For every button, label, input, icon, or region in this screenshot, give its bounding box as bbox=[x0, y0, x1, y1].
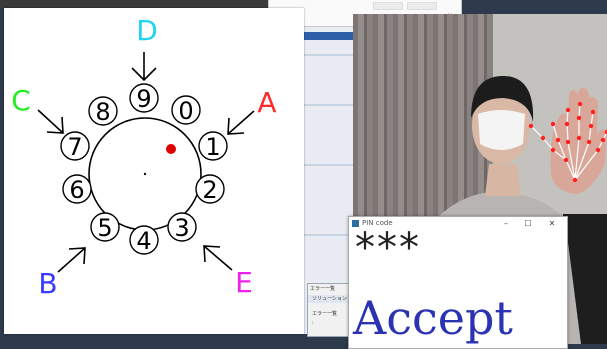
digit-1[interactable]: 1 bbox=[198, 131, 228, 161]
gesture-arrow-e bbox=[203, 245, 233, 271]
ide-divider bbox=[304, 54, 354, 56]
ide-blue-bar bbox=[304, 32, 354, 40]
rotary-dial-window: 0 1 2 3 4 5 6 7 8 9 D A C B E bbox=[4, 8, 304, 334]
digit-4-label: 4 bbox=[136, 227, 151, 255]
maximize-button[interactable]: ☐ bbox=[521, 218, 535, 229]
error-list-title: エラー一覧 bbox=[310, 286, 336, 292]
gesture-arrow-c bbox=[37, 109, 64, 134]
ide-divider bbox=[304, 164, 354, 166]
gesture-label-c: C bbox=[11, 84, 31, 117]
pin-status-text: Accept bbox=[353, 291, 513, 345]
masked-pin-display: *** bbox=[355, 225, 421, 271]
digit-2-label: 2 bbox=[202, 176, 217, 204]
dial-pointer-marker bbox=[166, 144, 176, 154]
window-edge bbox=[0, 0, 300, 8]
digit-0[interactable]: 0 bbox=[171, 95, 201, 125]
gesture-label-d: D bbox=[136, 14, 158, 47]
rotary-dial-canvas: 0 1 2 3 4 5 6 7 8 9 D A C B E bbox=[11, 14, 276, 300]
digit-7-label: 7 bbox=[67, 133, 82, 161]
gesture-arrow-b bbox=[57, 247, 86, 273]
error-list-row[interactable]: エラー一覧 bbox=[312, 310, 337, 317]
digit-5[interactable]: 5 bbox=[90, 212, 120, 242]
digit-3[interactable]: 3 bbox=[167, 212, 197, 242]
ide-divider bbox=[304, 104, 354, 106]
dial-center-dot bbox=[143, 172, 147, 176]
minimize-button[interactable]: – bbox=[499, 218, 513, 229]
digit-5-label: 5 bbox=[97, 214, 112, 242]
digit-3-label: 3 bbox=[174, 214, 189, 242]
gesture-label-b: B bbox=[38, 267, 57, 300]
digit-9-label: 9 bbox=[136, 85, 151, 113]
digit-0-label: 0 bbox=[178, 97, 193, 125]
gesture-arrow-d bbox=[131, 52, 157, 82]
popup-button[interactable] bbox=[373, 2, 403, 10]
pin-code-window[interactable]: PIN code – ☐ ✕ *** Accept bbox=[348, 216, 568, 349]
gesture-label-a: A bbox=[257, 86, 276, 119]
error-list-toolbar-label: ソリューション bbox=[312, 296, 347, 302]
popup-button[interactable] bbox=[407, 2, 437, 10]
gesture-label-e: E bbox=[235, 266, 253, 299]
digit-9[interactable]: 9 bbox=[129, 83, 159, 113]
digit-7[interactable]: 7 bbox=[60, 131, 90, 161]
digit-8[interactable]: 8 bbox=[88, 96, 118, 126]
digit-8-label: 8 bbox=[95, 98, 110, 126]
error-list-row[interactable]: : bbox=[312, 320, 314, 326]
digit-6[interactable]: 6 bbox=[62, 174, 92, 204]
digit-1-label: 1 bbox=[205, 133, 220, 161]
gesture-arrow-a bbox=[227, 110, 255, 135]
digit-2[interactable]: 2 bbox=[195, 174, 225, 204]
digit-4[interactable]: 4 bbox=[129, 225, 159, 255]
ide-divider bbox=[304, 234, 354, 236]
digit-6-label: 6 bbox=[69, 176, 84, 204]
close-button[interactable]: ✕ bbox=[545, 218, 559, 229]
